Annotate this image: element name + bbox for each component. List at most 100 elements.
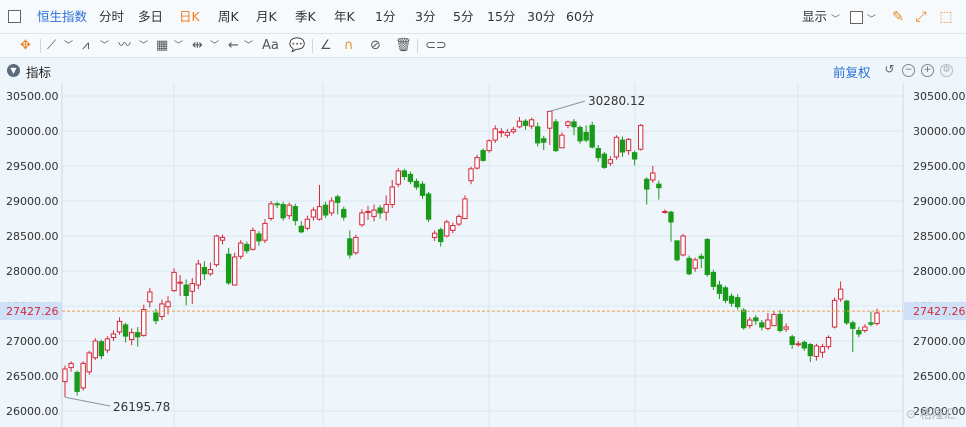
price-adjust-menu[interactable]: 前复权	[833, 62, 871, 81]
display-menu[interactable]: 显示	[802, 0, 827, 34]
chevron-down-icon[interactable]: ﹀	[100, 36, 109, 56]
candle-body	[504, 131, 511, 136]
candle-body	[771, 313, 777, 327]
trash-icon[interactable]: 🗑	[395, 36, 412, 56]
fullscreen-icon[interactable]: ⤢	[913, 9, 929, 25]
candle-body	[813, 345, 820, 357]
candle-body	[510, 129, 517, 133]
candle-body	[613, 136, 620, 158]
candle-body	[474, 157, 480, 169]
candle-body	[547, 110, 553, 129]
move-crosshair-icon[interactable]: ✥	[20, 36, 31, 56]
candle-body	[195, 263, 201, 286]
pencil-icon[interactable]: ✎	[890, 9, 906, 25]
candle-body	[674, 240, 680, 261]
sidebar-toggle-icon[interactable]	[8, 10, 21, 23]
candle-body	[286, 204, 292, 217]
chevron-down-icon[interactable]: ﹀	[210, 36, 219, 56]
popout-icon[interactable]: ⬚	[938, 9, 954, 25]
candlestick-chart[interactable]: 30500.00 30000.00 29500.00 29000.00 28500.00…	[0, 83, 966, 427]
candle-body	[516, 120, 523, 128]
candle-body	[104, 338, 111, 351]
toolbar-divider	[417, 39, 418, 53]
candle-body	[710, 271, 717, 287]
wave-tool-icon[interactable]: 〰	[118, 36, 131, 56]
chevron-down-icon[interactable]: ﹀	[64, 36, 73, 56]
arrow-tool-icon[interactable]: ←	[228, 36, 239, 56]
candle-body	[765, 319, 771, 329]
candle-body	[183, 284, 189, 296]
period-tab[interactable]: 日K	[179, 0, 200, 34]
chevron-down-icon[interactable]: ﹀	[139, 36, 148, 56]
candle-body	[747, 319, 753, 327]
candle-body	[189, 283, 195, 292]
period-tab[interactable]: 季K	[295, 0, 316, 34]
reset-icon[interactable]: ↺	[883, 63, 896, 77]
chevron-down-icon[interactable]: ﹀	[244, 36, 253, 56]
zoom-in-icon[interactable]: +	[921, 64, 934, 77]
candle-body	[201, 267, 208, 275]
text-tool-icon[interactable]: Aa	[262, 36, 279, 56]
comment-tool-icon[interactable]: 💬	[289, 36, 305, 56]
period-tab[interactable]: 15分	[487, 0, 515, 34]
period-tab[interactable]: 60分	[566, 0, 594, 34]
chevron-down-icon[interactable]: ﹀	[831, 12, 840, 25]
period-tab[interactable]: 月K	[256, 0, 277, 34]
candle-body	[347, 238, 353, 256]
zoom-out-icon[interactable]: −	[902, 64, 915, 77]
checkbox-icon[interactable]	[850, 11, 863, 24]
candle-body	[74, 372, 80, 392]
candle-body	[177, 281, 183, 284]
indicator-label[interactable]: 指标	[26, 62, 51, 81]
period-tab[interactable]: 周K	[218, 0, 239, 34]
period-tab[interactable]: 30分	[527, 0, 555, 34]
chevron-down-icon[interactable]: ﹀	[867, 12, 876, 25]
candle-body	[753, 317, 759, 322]
candle-body	[534, 126, 541, 144]
line-tool-icon[interactable]: ⟋	[47, 36, 56, 56]
y-tick-label: 29500.00	[6, 160, 59, 173]
angle-tool-icon[interactable]: ∠	[320, 36, 332, 56]
candle-body	[250, 229, 256, 250]
candle-body	[128, 332, 135, 341]
period-tab[interactable]: 5分	[453, 0, 473, 34]
candle-body	[141, 309, 147, 336]
high-annotation-label: 30280.12	[588, 94, 645, 108]
magnet-icon[interactable]: ∩	[344, 36, 354, 56]
candle-body	[837, 288, 844, 300]
candle-body	[407, 173, 414, 182]
period-tab[interactable]: 分时	[99, 0, 124, 34]
hide-drawings-icon[interactable]: ⊘	[370, 36, 381, 56]
chart-pattern-icon[interactable]: ▦	[156, 36, 168, 56]
candle-body	[262, 222, 268, 241]
settings-gear-icon[interactable]: ⚙	[940, 64, 953, 77]
plot-area	[62, 83, 903, 427]
y-axis-right: 30500.00 30000.00 29500.00 29000.00 28500.00…	[913, 90, 966, 418]
candle-body	[559, 134, 565, 149]
collapse-triangle-icon[interactable]: ▼	[7, 64, 20, 77]
toolbar-divider	[40, 39, 41, 53]
low-annotation-label: 26195.78	[113, 400, 170, 414]
chevron-down-icon[interactable]: ﹀	[174, 36, 183, 56]
period-tab[interactable]: 年K	[334, 0, 355, 34]
candle-body	[486, 140, 492, 152]
y-tick-label: 28500.00	[6, 230, 59, 243]
candle-body	[395, 170, 401, 185]
candle-body	[728, 295, 735, 304]
period-tab[interactable]: 多日	[138, 0, 163, 34]
candle-body	[668, 211, 674, 223]
candle-body	[637, 124, 644, 150]
y-tick-label: 27000.00	[913, 335, 966, 348]
candle-body	[62, 368, 68, 383]
range-measure-icon[interactable]: ⇹	[192, 36, 203, 56]
candle-body	[462, 198, 468, 220]
link-icon[interactable]: ⊂⊃	[425, 36, 447, 56]
candle-body	[359, 212, 365, 226]
channel-tool-icon[interactable]: ⩘	[82, 36, 89, 56]
candle-body	[377, 207, 383, 214]
candle-body	[759, 322, 765, 328]
candle-body	[704, 239, 711, 275]
period-tab[interactable]: 1分	[375, 0, 395, 34]
period-tab[interactable]: 3分	[415, 0, 435, 34]
period-tab[interactable]: 恒生指数	[37, 0, 87, 34]
